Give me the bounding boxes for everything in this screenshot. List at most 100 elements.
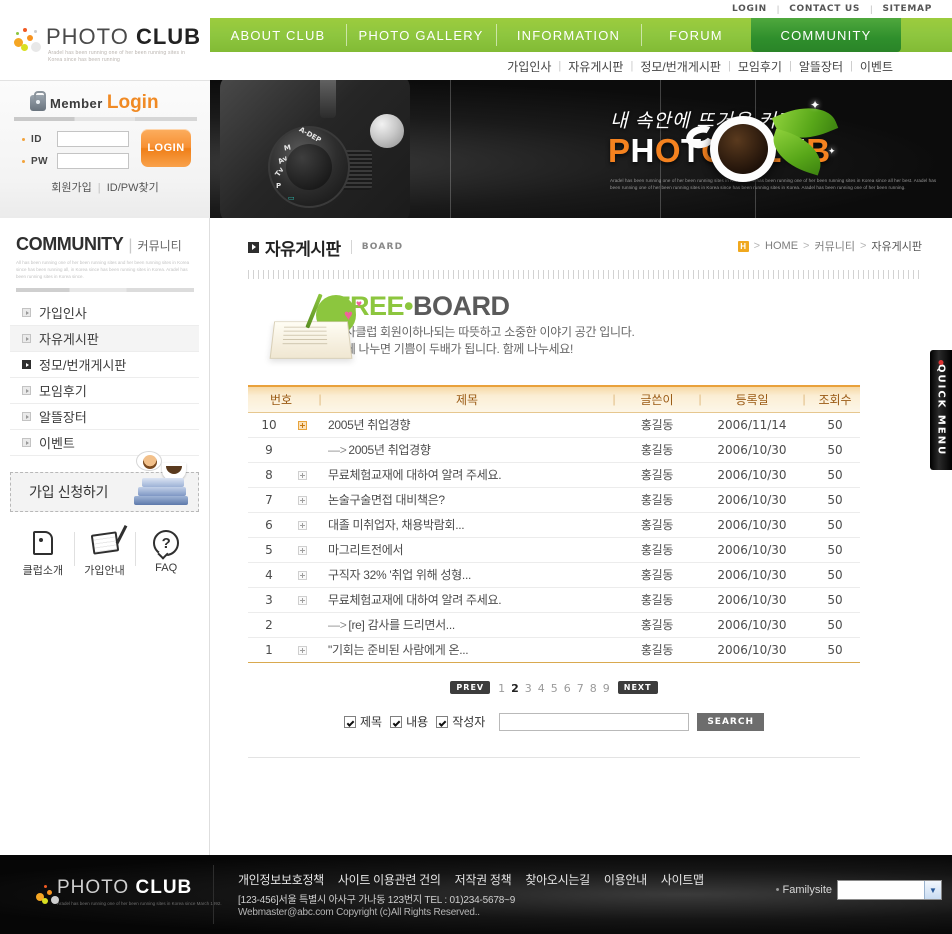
- checkbox-title[interactable]: [344, 715, 356, 728]
- cell-title[interactable]: "기회는 준비된 사람에게 온...: [326, 637, 608, 663]
- quick-icon-join-guide[interactable]: 가입안내: [73, 525, 136, 578]
- cell-date: 2006/10/30: [706, 637, 798, 663]
- footer-logo[interactable]: PHOTO CLUB Aradel has been running one o…: [30, 877, 222, 907]
- cell-title[interactable]: 2005년 취업경향: [326, 412, 608, 438]
- cell-title[interactable]: 구직자 32% '취업 위해 성형...: [326, 562, 608, 588]
- nav-forum[interactable]: FORUM: [641, 18, 751, 52]
- sidebar-item-meetup-review[interactable]: 모임후기: [10, 378, 199, 404]
- post-title-link[interactable]: [re] 감사를 드리면서...: [348, 618, 455, 632]
- post-title-link[interactable]: 마그리트전에서: [328, 543, 403, 557]
- post-title-link[interactable]: 2005년 취업경향: [348, 443, 431, 457]
- search-filter-title[interactable]: 제목: [344, 713, 382, 730]
- home-icon[interactable]: H: [737, 240, 749, 252]
- nav-photo-gallery[interactable]: PHOTO GALLERY: [346, 18, 496, 52]
- pagination-prev-button[interactable]: PREV: [450, 681, 491, 694]
- sidebar-item-free-board[interactable]: 자유게시판: [10, 326, 199, 352]
- sidebar-item-event[interactable]: 이벤트: [10, 430, 199, 456]
- login-button[interactable]: LOGIN: [141, 129, 191, 167]
- nav-information[interactable]: INFORMATION: [496, 18, 641, 52]
- arrow-box-icon: [248, 241, 259, 253]
- find-id-pw-link[interactable]: ID/PW찾기: [107, 182, 159, 194]
- breadcrumb-item-community[interactable]: 커뮤니티: [814, 238, 854, 254]
- cell-no: 4: [248, 562, 290, 588]
- table-row[interactable]: 9 —> 2005년 취업경향 홍길동 2006/10/30 50: [248, 437, 860, 463]
- subnav-item-meetup-board[interactable]: 정모/번개게시판: [633, 58, 728, 75]
- table-row[interactable]: 8 무료체험교재에 대하여 알려 주세요. 홍길동 2006/10/30 50: [248, 462, 860, 488]
- pagination-page-9[interactable]: 9: [600, 682, 613, 695]
- post-title-link[interactable]: "기회는 준비된 사람에게 온...: [328, 643, 469, 657]
- utility-link-login[interactable]: LOGIN: [722, 4, 777, 14]
- search-input[interactable]: [499, 712, 690, 731]
- post-title-link[interactable]: 무료체험교재에 대하여 알려 주세요.: [328, 593, 502, 607]
- footer-link-privacy[interactable]: 개인정보보호정책: [238, 871, 324, 888]
- join-application-banner[interactable]: 가입 신청하기: [10, 451, 199, 512]
- pagination-page-1[interactable]: 1: [495, 682, 508, 695]
- sidebar-item-greeting[interactable]: 가입인사: [10, 300, 199, 326]
- login-pw-input[interactable]: [57, 153, 129, 169]
- pagination-page-6[interactable]: 6: [561, 682, 574, 695]
- subnav-item-greeting[interactable]: 가입인사: [500, 58, 558, 75]
- post-title-link[interactable]: 무료체험교재에 대하여 알려 주세요.: [328, 468, 502, 482]
- table-row[interactable]: 2 —> [re] 감사를 드리면서... 홍길동 2006/10/30 50: [248, 612, 860, 638]
- search-button[interactable]: SEARCH: [697, 712, 764, 731]
- quick-icon-club-intro[interactable]: 클럽소개: [12, 526, 74, 578]
- table-row[interactable]: 4 구직자 32% '취업 위해 성형... 홍길동 2006/10/30 50: [248, 562, 860, 588]
- cell-title[interactable]: 무료체험교재에 대하여 알려 주세요.: [326, 462, 608, 488]
- pagination-page-2[interactable]: 2: [508, 682, 522, 695]
- footer-link-directions[interactable]: 찾아오시는길: [525, 871, 590, 888]
- arrow-box-icon: [22, 386, 31, 395]
- cell-title[interactable]: 무료체험교재에 대하여 알려 주세요.: [326, 587, 608, 613]
- pagination-page-8[interactable]: 8: [587, 682, 600, 695]
- nav-about-club[interactable]: ABOUT CLUB: [210, 18, 346, 52]
- footer-link-site-suggestion[interactable]: 사이트 이용관련 건의: [338, 871, 441, 888]
- quick-menu-tab[interactable]: QUICK MENU: [930, 350, 952, 470]
- signup-link[interactable]: 회원가입: [51, 182, 91, 194]
- cell-title[interactable]: 마그리트전에서: [326, 537, 608, 563]
- checkbox-content[interactable]: [390, 715, 403, 728]
- footer-link-usage-guide[interactable]: 이용안내: [604, 871, 647, 888]
- search-filter-content[interactable]: 내용: [390, 713, 428, 730]
- table-row[interactable]: 1 "기회는 준비된 사람에게 온... 홍길동 2006/10/30 50: [248, 637, 860, 663]
- table-row[interactable]: 10 2005년 취업경향 홍길동 2006/11/14 50: [248, 412, 860, 438]
- footer-link-copyright-policy[interactable]: 저작권 정책: [455, 871, 512, 888]
- pagination-page-4[interactable]: 4: [535, 682, 548, 695]
- footer-address: [123-456]서울 특별시 아사구 가나동 123번지 TEL : 01)2…: [238, 895, 516, 906]
- subnav-item-meetup-review[interactable]: 모임후기: [731, 58, 789, 75]
- subnav-item-free-board[interactable]: 자유게시판: [561, 58, 630, 75]
- cell-title[interactable]: —> [re] 감사를 드리면서...: [326, 612, 608, 638]
- login-id-input[interactable]: [57, 131, 129, 147]
- familysite-select[interactable]: ▼: [837, 880, 942, 900]
- pagination-page-5[interactable]: 5: [548, 682, 561, 695]
- utility-link-contact-us[interactable]: CONTACT US: [779, 4, 870, 14]
- sidebar-item-meetup-board[interactable]: 정모/번개게시판: [10, 352, 199, 378]
- breadcrumb-item-home[interactable]: HOME: [765, 240, 798, 252]
- pagination: PREV 123456789 NEXT: [248, 679, 860, 697]
- table-row[interactable]: 6 대졸 미취업자, 채용박람회... 홍길동 2006/10/30 50: [248, 512, 860, 538]
- utility-link-sitemap[interactable]: SITEMAP: [872, 4, 942, 14]
- cell-title[interactable]: —> 2005년 취업경향: [326, 437, 608, 463]
- page-title: 자유게시판: [265, 239, 341, 259]
- site-logo[interactable]: PHOTO CLUB Aradel has been running one o…: [0, 0, 210, 80]
- post-title-link[interactable]: 대졸 미취업자, 채용박람회...: [328, 518, 465, 532]
- quick-icon-faq[interactable]: ? FAQ: [135, 526, 197, 574]
- post-title-link[interactable]: 2005년 취업경향: [328, 418, 411, 432]
- cell-title[interactable]: 논술구술면접 대비책은?: [326, 487, 608, 513]
- checkbox-writer[interactable]: [436, 715, 449, 728]
- table-row[interactable]: 7 논술구술면접 대비책은? 홍길동 2006/10/30 50: [248, 487, 860, 513]
- pagination-next-button[interactable]: NEXT: [617, 681, 658, 694]
- subnav-item-market[interactable]: 알뜰장터: [792, 58, 850, 75]
- search-filter-writer[interactable]: 작성자: [436, 713, 485, 730]
- post-title-link[interactable]: 논술구술면접 대비책은?: [328, 493, 445, 507]
- footer-link-sitemap[interactable]: 사이트맵: [661, 871, 704, 888]
- speech-bubble-icon: [12, 526, 74, 560]
- post-title-link[interactable]: 구직자 32% '취업 위해 성형...: [328, 568, 471, 582]
- cell-title[interactable]: 대졸 미취업자, 채용박람회...: [326, 512, 608, 538]
- cell-icon: [290, 487, 314, 513]
- sidebar-item-market[interactable]: 알뜰장터: [10, 404, 199, 430]
- pagination-page-7[interactable]: 7: [574, 682, 587, 695]
- subnav-item-event[interactable]: 이벤트: [853, 58, 900, 75]
- nav-community[interactable]: COMMUNITY: [751, 18, 901, 58]
- table-row[interactable]: 5 마그리트전에서 홍길동 2006/10/30 50: [248, 537, 860, 563]
- table-row[interactable]: 3 무료체험교재에 대하여 알려 주세요. 홍길동 2006/10/30 50: [248, 587, 860, 613]
- pagination-page-3[interactable]: 3: [522, 682, 535, 695]
